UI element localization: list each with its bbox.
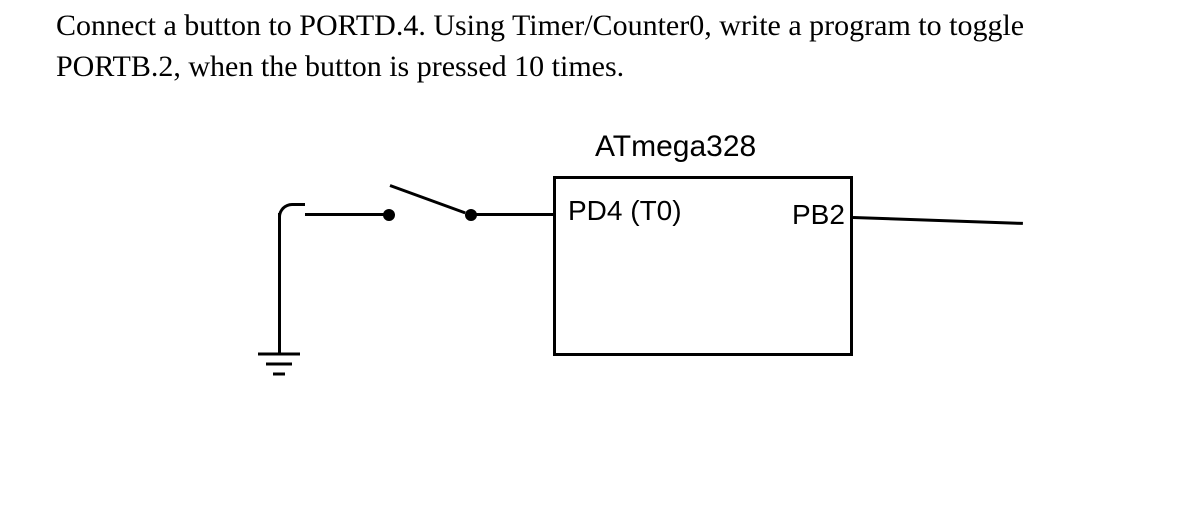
- wire-pb2-out: [853, 216, 1023, 225]
- switch-terminal-right: [465, 209, 477, 221]
- pin-left-label: PD4 (T0): [568, 195, 682, 227]
- ground-icon: [258, 350, 300, 384]
- pin-right-label: PB2: [792, 199, 845, 231]
- wire-to-pd4: [470, 213, 554, 216]
- chip-title: ATmega328: [595, 130, 756, 164]
- pushbutton-switch: [389, 184, 465, 214]
- wire-corner: [278, 203, 305, 230]
- circuit-diagram: ATmega328 PD4 (T0) PB2: [0, 0, 1200, 521]
- wire-switch-to-ground-v: [278, 213, 281, 353]
